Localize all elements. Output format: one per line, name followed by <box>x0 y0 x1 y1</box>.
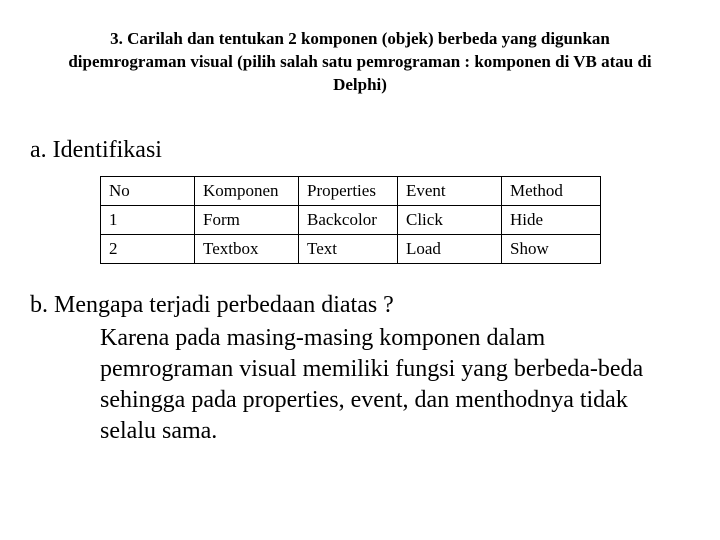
header-properties: Properties <box>299 176 398 205</box>
header-event: Event <box>398 176 502 205</box>
section-b-answer: Karena pada masing-masing komponen dalam… <box>100 323 660 448</box>
header-no: No <box>101 176 195 205</box>
cell-properties: Text <box>299 234 398 263</box>
cell-no: 1 <box>101 205 195 234</box>
section-b-question: b. Mengapa terjadi perbedaan diatas ? <box>30 292 690 319</box>
header-method: Method <box>502 176 601 205</box>
cell-event: Click <box>398 205 502 234</box>
cell-method: Show <box>502 234 601 263</box>
cell-komponen: Textbox <box>195 234 299 263</box>
cell-no: 2 <box>101 234 195 263</box>
identifikasi-table: No Komponen Properties Event Method 1 Fo… <box>100 176 601 264</box>
cell-properties: Backcolor <box>299 205 398 234</box>
table-row: 1 Form Backcolor Click Hide <box>101 205 601 234</box>
table-row: 2 Textbox Text Load Show <box>101 234 601 263</box>
section-a-label: a. Identifikasi <box>30 137 690 164</box>
header-komponen: Komponen <box>195 176 299 205</box>
table-header-row: No Komponen Properties Event Method <box>101 176 601 205</box>
cell-event: Load <box>398 234 502 263</box>
question-heading: 3. Carilah dan tentukan 2 komponen (obje… <box>50 28 670 97</box>
cell-method: Hide <box>502 205 601 234</box>
cell-komponen: Form <box>195 205 299 234</box>
